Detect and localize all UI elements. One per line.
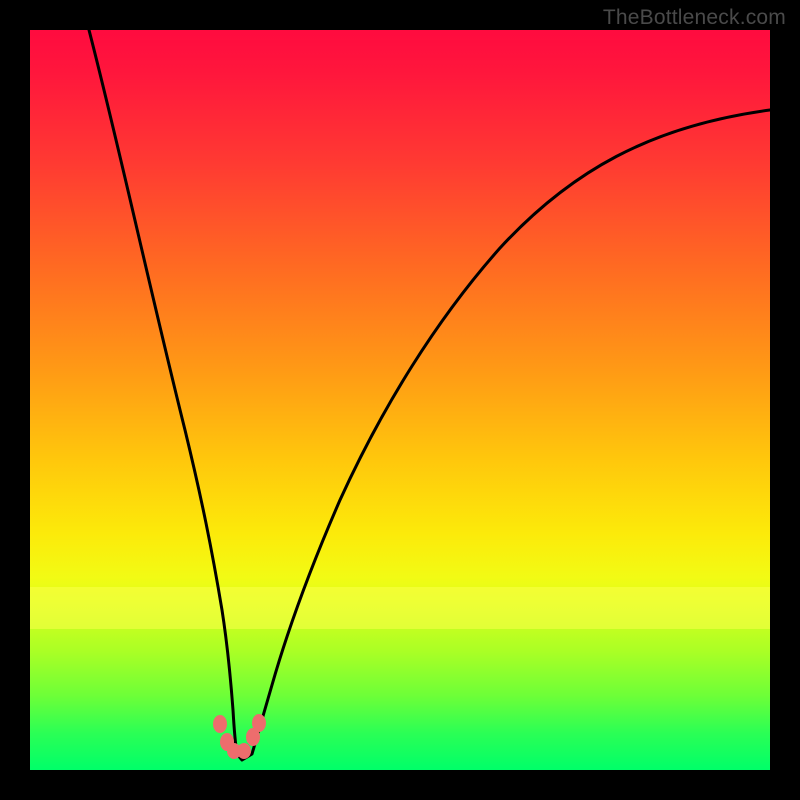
bottleneck-curve (89, 30, 770, 760)
plot-area (30, 30, 770, 770)
chart-frame: TheBottleneck.com (0, 0, 800, 800)
curve-layer (30, 30, 770, 770)
watermark-text: TheBottleneck.com (603, 6, 786, 30)
dip-markers (213, 714, 266, 759)
